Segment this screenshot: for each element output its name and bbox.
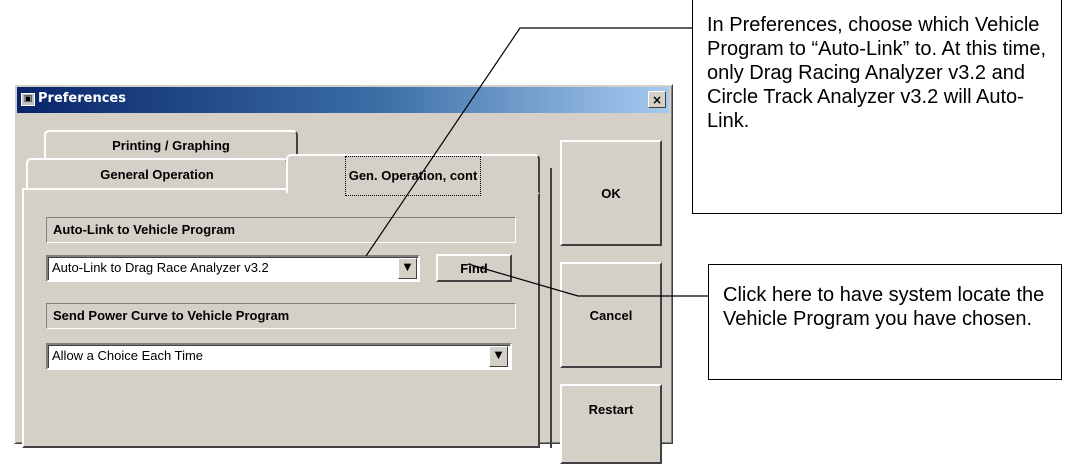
autolink-label: Auto-Link to Vehicle Program bbox=[46, 217, 516, 243]
power-curve-select[interactable]: Allow a Choice Each Time bbox=[46, 343, 512, 370]
tab-general-operation-label: General Operation bbox=[100, 167, 214, 182]
restart-button[interactable]: Restart bbox=[560, 384, 662, 464]
tab-gen-operation-cont[interactable]: Gen. Operation, cont bbox=[286, 154, 540, 196]
ok-button[interactable]: OK bbox=[560, 140, 662, 246]
callout-find-note: Click here to have system locate the Veh… bbox=[708, 264, 1062, 380]
find-button[interactable]: Find bbox=[436, 254, 512, 282]
autolink-select[interactable]: Auto-Link to Drag Race Analyzer v3.2 bbox=[46, 255, 420, 282]
autolink-dropdown-arrow-icon[interactable]: ▼ bbox=[398, 258, 417, 279]
tab-gen-operation-cont-label: Gen. Operation, cont bbox=[344, 156, 482, 196]
cancel-button[interactable]: Cancel bbox=[560, 262, 662, 368]
callout-autolink-note: In Preferences, choose which Vehicle Pro… bbox=[692, 0, 1062, 214]
tab-general-operation[interactable]: General Operation bbox=[26, 158, 288, 190]
close-button[interactable]: × bbox=[648, 91, 666, 108]
panel-edge bbox=[538, 168, 552, 448]
callout-autolink-text: In Preferences, choose which Vehicle Pro… bbox=[707, 14, 1047, 132]
window-title: Preferences bbox=[38, 91, 126, 106]
app-icon: ▣ bbox=[21, 93, 35, 106]
autolink-select-value: Auto-Link to Drag Race Analyzer v3.2 bbox=[52, 260, 269, 275]
power-curve-select-value: Allow a Choice Each Time bbox=[52, 348, 204, 363]
power-curve-label: Send Power Curve to Vehicle Program bbox=[46, 303, 516, 329]
power-curve-dropdown-arrow-icon[interactable]: ▼ bbox=[489, 346, 508, 367]
tab-printing-graphing-label: Printing / Graphing bbox=[112, 138, 230, 153]
tab-printing-graphing[interactable]: Printing / Graphing bbox=[44, 130, 298, 160]
callout-find-text: Click here to have system locate the Veh… bbox=[723, 284, 1045, 330]
